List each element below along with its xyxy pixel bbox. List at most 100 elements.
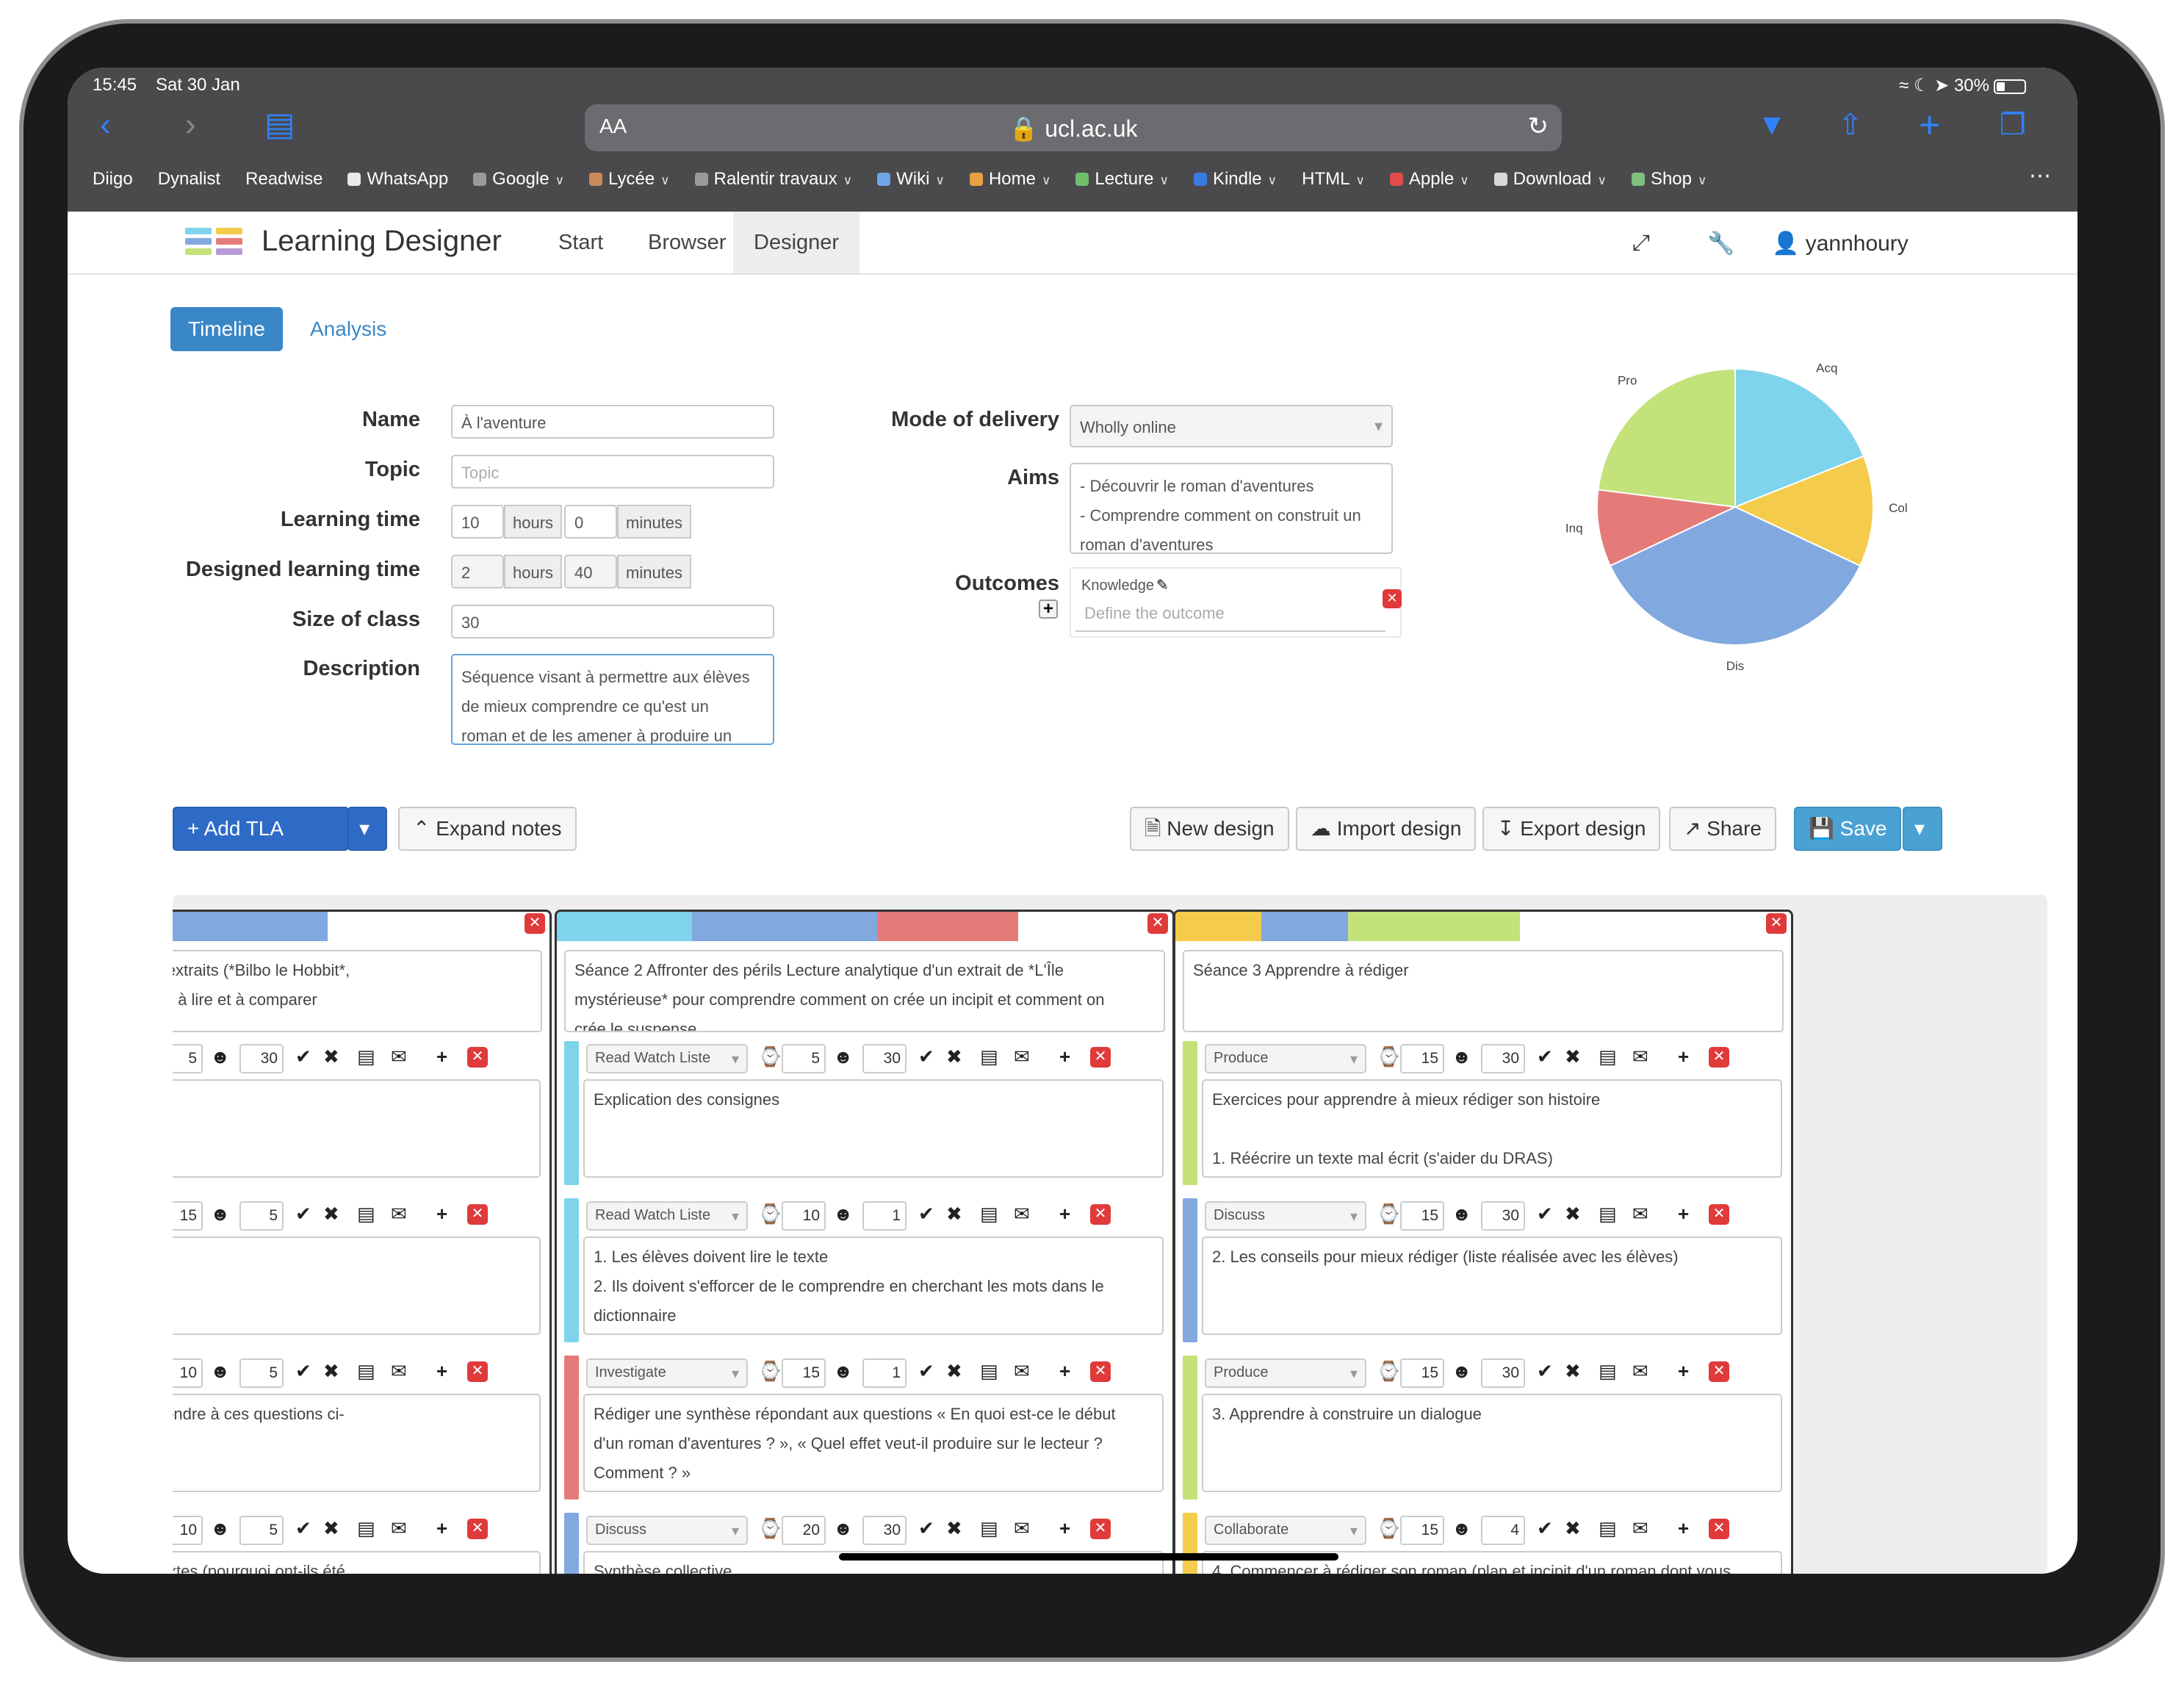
class-size-input[interactable]: 1 xyxy=(862,1201,907,1231)
calendar-icon[interactable]: ▤ xyxy=(980,1203,998,1225)
teacher-present-icon[interactable]: ✔ xyxy=(918,1203,934,1225)
bookmark-item[interactable]: Kindle ∨ xyxy=(1193,169,1277,190)
online-icon[interactable]: ✖ xyxy=(1565,1360,1581,1383)
tla-notes[interactable]: , consignes xyxy=(173,1079,541,1178)
online-icon[interactable]: ✖ xyxy=(323,1203,339,1225)
wrench-icon[interactable]: 🔧 xyxy=(1707,231,1734,256)
share-button[interactable]: ↗ Share xyxy=(1669,807,1776,851)
online-icon[interactable]: ✖ xyxy=(946,1203,962,1225)
teacher-present-icon[interactable]: ✔ xyxy=(295,1045,311,1068)
fullscreen-icon[interactable]: ⤢ xyxy=(1632,231,1650,256)
duration-input[interactable]: 20 xyxy=(782,1516,826,1545)
tla-type-select[interactable]: Investigate xyxy=(586,1358,748,1388)
nav-start[interactable]: Start xyxy=(538,212,624,273)
remove-tla-icon[interactable]: ✕ xyxy=(467,1361,488,1382)
tla-notes[interactable]: Explication des consignes xyxy=(583,1079,1164,1178)
bookmark-item[interactable]: Apple ∨ xyxy=(1389,169,1469,190)
class-size-input[interactable]: 5 xyxy=(239,1358,284,1388)
teacher-present-icon[interactable]: ✔ xyxy=(295,1360,311,1383)
attachment-icon[interactable]: ✉ xyxy=(1014,1360,1030,1383)
duration-input[interactable]: 15 xyxy=(1400,1358,1444,1388)
export-design-button[interactable]: ↧ Export design xyxy=(1482,807,1661,851)
tla-color-bar[interactable] xyxy=(564,1041,579,1185)
online-icon[interactable]: ✖ xyxy=(323,1045,339,1068)
tla-type-select[interactable]: Read Watch Liste xyxy=(586,1201,748,1231)
class-size-input[interactable]: 5 xyxy=(239,1201,284,1231)
name-input[interactable]: À l'aventure xyxy=(451,405,774,439)
remove-tla-icon[interactable]: ✕ xyxy=(1709,1204,1729,1225)
online-icon[interactable]: ✖ xyxy=(946,1517,962,1540)
online-icon[interactable]: ✖ xyxy=(1565,1517,1581,1540)
remove-tla-icon[interactable]: ✕ xyxy=(1090,1047,1111,1068)
online-icon[interactable]: ✖ xyxy=(946,1045,962,1068)
tla-notes[interactable]: Exercices pour apprendre à mieux rédiger… xyxy=(1202,1079,1782,1178)
session-title[interactable]: Séance 3 Apprendre à rédiger xyxy=(1183,950,1784,1032)
calendar-icon[interactable]: ▤ xyxy=(980,1517,998,1540)
tla-type-select[interactable]: Discuss xyxy=(586,1516,748,1545)
forward-icon[interactable]: › xyxy=(185,103,196,147)
teacher-present-icon[interactable]: ✔ xyxy=(918,1360,934,1383)
tla-type-select[interactable]: Discuss xyxy=(1205,1201,1366,1231)
remove-tla-icon[interactable]: ✕ xyxy=(1709,1047,1729,1068)
class-size-input[interactable]: 30 xyxy=(239,1044,284,1073)
tla-color-bar[interactable] xyxy=(564,1513,579,1574)
share-icon[interactable]: ⇧ xyxy=(1838,103,1863,147)
duration-input[interactable]: 15 xyxy=(173,1201,203,1231)
tla-notes[interactable]: 3. Apprendre à construire un dialogue xyxy=(1202,1394,1782,1492)
remove-session-icon[interactable]: ✕ xyxy=(1766,913,1787,934)
tla-color-bar[interactable] xyxy=(1183,1198,1197,1342)
user-menu[interactable]: 👤 yannhoury xyxy=(1772,231,1909,256)
expand-notes-button[interactable]: ⌃ Expand notes xyxy=(398,807,577,851)
attachment-icon[interactable]: ✉ xyxy=(391,1517,407,1540)
class-size-input[interactable]: 30 xyxy=(1481,1201,1525,1231)
outcome-input[interactable]: Define the outcome xyxy=(1075,604,1385,632)
add-activity-icon[interactable]: + xyxy=(1678,1517,1689,1540)
mode-select[interactable]: Wholly online ▾ xyxy=(1070,405,1393,447)
reload-icon[interactable]: ↻ xyxy=(1528,112,1549,141)
online-icon[interactable]: ✖ xyxy=(323,1360,339,1383)
aims-textarea[interactable]: - Découvrir le roman d'aventures - Compr… xyxy=(1070,463,1393,554)
calendar-icon[interactable]: ▤ xyxy=(357,1360,375,1383)
class-size-input[interactable]: 30 xyxy=(862,1516,907,1545)
teacher-present-icon[interactable]: ✔ xyxy=(1537,1517,1553,1540)
more-icon[interactable]: ⋯ xyxy=(2029,163,2051,189)
save-button[interactable]: 💾 Save xyxy=(1794,807,1902,851)
online-icon[interactable]: ✖ xyxy=(946,1360,962,1383)
new-design-button[interactable]: 🗎 New design xyxy=(1130,807,1289,851)
add-activity-icon[interactable]: + xyxy=(1059,1045,1070,1068)
teacher-present-icon[interactable]: ✔ xyxy=(1537,1203,1553,1225)
tla-notes[interactable]: 1. Les élèves doivent lire le texte 2. Il… xyxy=(583,1237,1164,1335)
duration-input[interactable]: 10 xyxy=(173,1358,203,1388)
remove-tla-icon[interactable]: ✕ xyxy=(1709,1361,1729,1382)
remove-tla-icon[interactable]: ✕ xyxy=(1090,1361,1111,1382)
add-activity-icon[interactable]: + xyxy=(436,1203,447,1225)
learning-minutes-input[interactable]: 0 xyxy=(564,505,617,539)
tla-notes[interactable]: pe de réflexion visant à répondre à ces … xyxy=(173,1394,541,1492)
online-icon[interactable]: ✖ xyxy=(1565,1203,1581,1225)
remove-outcome-icon[interactable]: ✕ xyxy=(1383,589,1402,608)
remove-tla-icon[interactable]: ✕ xyxy=(1709,1519,1729,1539)
tla-type-select[interactable]: Produce xyxy=(1205,1358,1366,1388)
tla-notes[interactable]: Rédiger une synthèse répondant aux quest… xyxy=(583,1394,1164,1492)
bookmark-item[interactable]: Diigo xyxy=(93,169,133,190)
app-title[interactable]: Learning Designer xyxy=(262,225,502,258)
bookmark-item[interactable]: Lycée ∨ xyxy=(589,169,670,190)
learning-hours-input[interactable]: 10 xyxy=(451,505,504,539)
duration-input[interactable]: 10 xyxy=(782,1201,826,1231)
attachment-icon[interactable]: ✉ xyxy=(1014,1203,1030,1225)
class-size-input[interactable]: 30 xyxy=(1481,1358,1525,1388)
teacher-present-icon[interactable]: ✔ xyxy=(1537,1045,1553,1068)
calendar-icon[interactable]: ▤ xyxy=(357,1203,375,1225)
download-icon[interactable]: ▼ xyxy=(1757,103,1787,147)
bookmark-item[interactable]: Shop ∨ xyxy=(1631,169,1707,190)
add-tla-dropdown[interactable]: ▾ xyxy=(347,807,387,851)
add-activity-icon[interactable]: + xyxy=(1678,1045,1689,1068)
add-activity-icon[interactable]: + xyxy=(1059,1203,1070,1225)
tabs-icon[interactable]: ❐ xyxy=(2000,103,2026,147)
remove-tla-icon[interactable]: ✕ xyxy=(467,1519,488,1539)
bookmark-item[interactable]: HTML ∨ xyxy=(1302,169,1365,190)
remove-tla-icon[interactable]: ✕ xyxy=(467,1204,488,1225)
attachment-icon[interactable]: ✉ xyxy=(391,1045,407,1068)
calendar-icon[interactable]: ▤ xyxy=(1599,1360,1617,1383)
online-icon[interactable]: ✖ xyxy=(323,1517,339,1540)
